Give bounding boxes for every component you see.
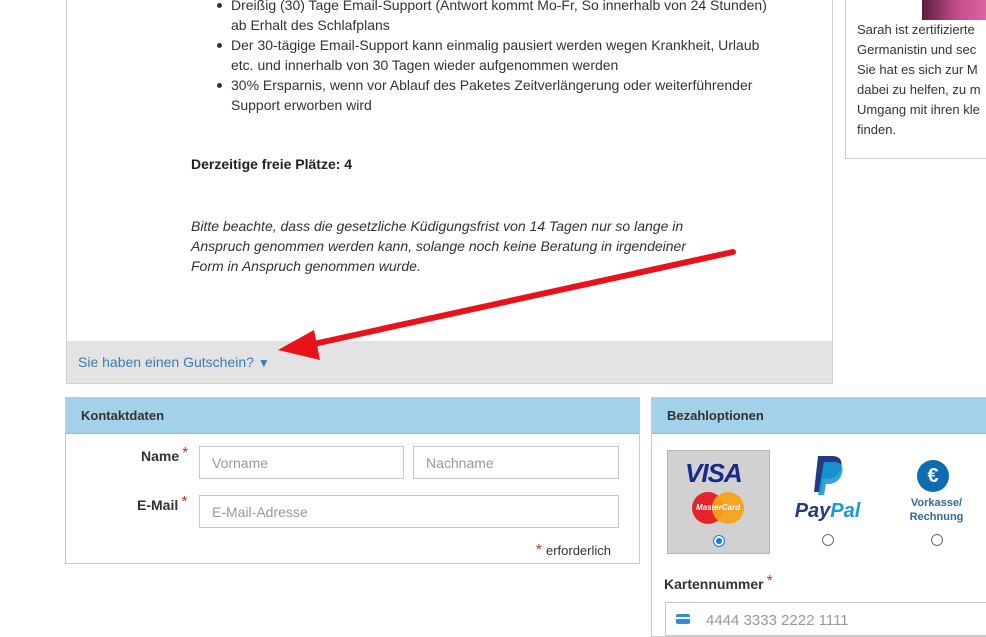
required-note: * erforderlich [536, 542, 611, 560]
feature-item: Der 30-tägige Email-Support kann einmali… [217, 35, 771, 75]
firstname-input[interactable] [199, 446, 404, 479]
name-label-text: Name [141, 448, 180, 464]
author-photo [922, 0, 986, 20]
cancellation-notice: Bitte beachte, dass die gesetzliche Küdi… [191, 218, 686, 274]
payment-option-credit-card[interactable]: VISA MasterCard [667, 450, 770, 554]
feature-item: Dreißig (30) Tage Email-Support (Antwort… [217, 0, 771, 35]
card-number-label-text: Kartennummer [664, 576, 764, 592]
vorkasse-radio[interactable] [930, 534, 943, 546]
required-star: * [182, 445, 189, 462]
chevron-down-icon: ▼ [257, 356, 270, 370]
paypal-logo-pal: Pal [830, 500, 861, 522]
product-description-box: Dreißig (30) Tage Email-Support (Antwort… [66, 0, 833, 384]
lastname-input[interactable] [413, 446, 619, 479]
voucher-toggle-link[interactable]: Sie haben einen Gutschein? ▼ [78, 354, 270, 370]
voucher-bar: Sie haben einen Gutschein? ▼ [67, 341, 832, 383]
mastercard-logo: MasterCard [688, 492, 748, 524]
required-star: * [766, 573, 773, 590]
voucher-link-label: Sie haben einen Gutschein? [78, 354, 254, 370]
email-input[interactable] [199, 495, 619, 528]
feature-item: 30% Ersparnis, wenn vor Ablauf des Paket… [217, 75, 771, 115]
payment-option-paypal[interactable]: PayPal [776, 450, 879, 554]
name-label: Name * [141, 445, 189, 466]
author-sidebar: Sarah ist zertifizierte Germanistin und … [845, 0, 986, 159]
required-star: * [535, 542, 542, 559]
card-number-input[interactable] [704, 603, 968, 637]
visa-logo: VISA [685, 458, 743, 488]
contact-panel-title: Kontaktdaten [66, 398, 639, 434]
email-label: E-Mail * [137, 494, 188, 515]
paypal-logo-text: PayPal [776, 500, 879, 523]
email-label-text: E-Mail [137, 497, 179, 513]
feature-list: Dreißig (30) Tage Email-Support (Antwort… [191, 0, 771, 119]
free-places-text: Derzeitige freie Plätze: 4 [191, 156, 353, 172]
payment-panel-title: Bezahloptionen [652, 398, 986, 434]
contact-panel: Kontaktdaten Name* E-Mail* *erforderlich [65, 397, 640, 564]
credit-card-icon [676, 614, 690, 624]
vorkasse-label-line2: Rechnung [909, 511, 964, 523]
payment-option-vorkasse[interactable]: € Vorkasse/Rechnung [885, 450, 986, 554]
payment-panel: Bezahloptionen VISA MasterCard PayPal € … [651, 397, 986, 637]
vorkasse-label-line1: Vorkasse/ [910, 497, 963, 509]
mastercard-logo-text: MasterCard [695, 503, 740, 512]
vorkasse-label: Vorkasse/Rechnung [885, 496, 986, 524]
euro-icon: € [917, 460, 949, 492]
required-note-text: erforderlich [545, 543, 611, 558]
card-number-field[interactable] [665, 602, 986, 637]
credit-card-radio[interactable] [712, 535, 725, 547]
card-number-label: Kartennummer * [664, 573, 773, 594]
required-star: * [181, 494, 188, 511]
paypal-icon [814, 456, 843, 495]
paypal-radio[interactable] [821, 534, 834, 546]
author-bio: Sarah ist zertifizierte Germanistin und … [857, 22, 981, 137]
paypal-logo-pay: Pay [794, 500, 831, 522]
